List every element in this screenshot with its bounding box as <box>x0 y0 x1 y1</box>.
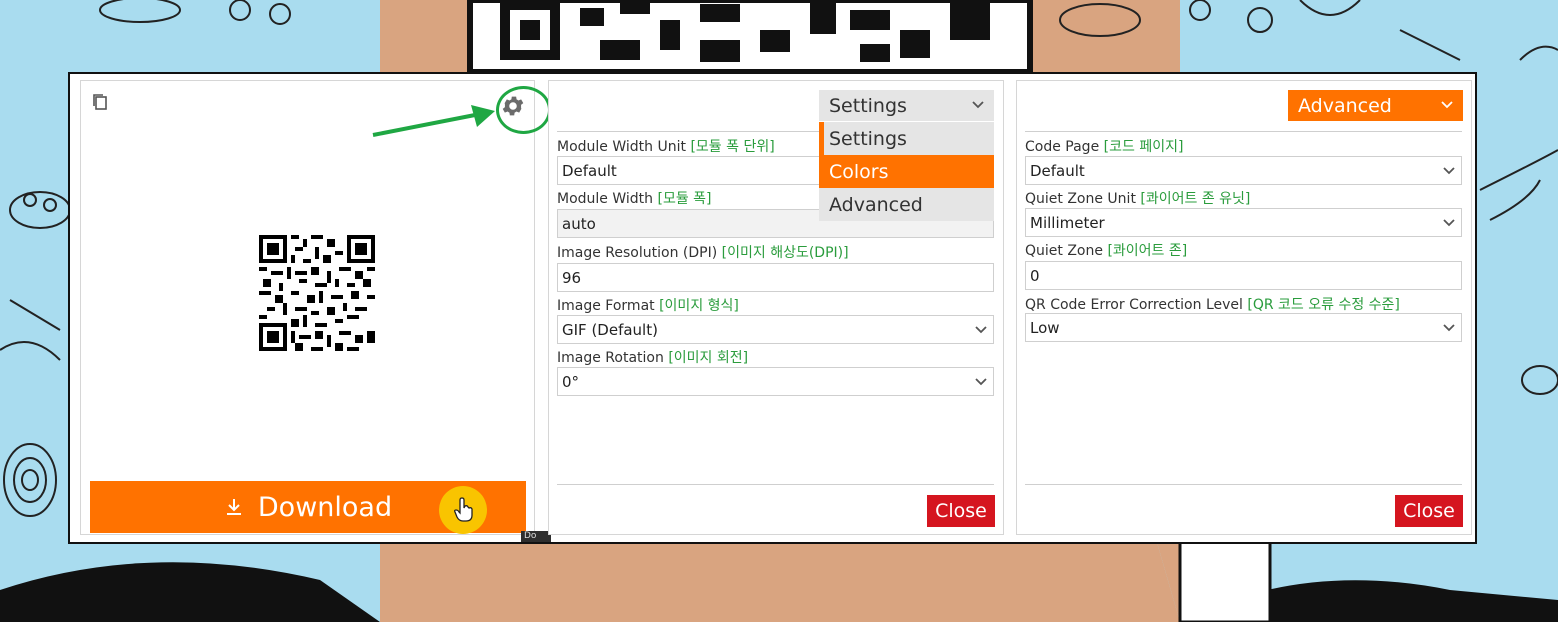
image-format-select[interactable]: GIF (Default) <box>557 315 994 344</box>
field-label-code-page: Code Page [코드 페이지] <box>1025 139 1184 155</box>
qr-code-image <box>259 235 375 351</box>
field-label-image-format: Image Format [이미지 형식] <box>557 298 739 314</box>
settings-close-button[interactable]: Close <box>927 495 995 527</box>
settings-panel: Settings Module Width Unit [모듈 폭 단위] Def… <box>548 80 1004 535</box>
quiet-zone-input[interactable]: 0 <box>1025 261 1462 290</box>
copy-icon[interactable] <box>92 93 108 111</box>
download-label: Download <box>257 491 393 523</box>
menu-item-colors[interactable]: Colors <box>819 155 994 188</box>
annotation-arrow <box>372 105 495 137</box>
field-label-image-rotation: Image Rotation [이미지 회전] <box>557 350 749 366</box>
settings-dropdown-menu: Settings Colors Advanced <box>819 122 994 221</box>
chevron-down-icon <box>1443 167 1455 175</box>
chevron-down-icon <box>1443 219 1455 227</box>
field-label-module-width-unit: Module Width Unit [모듈 폭 단위] <box>557 139 775 155</box>
menu-item-advanced[interactable]: Advanced <box>819 188 994 221</box>
chevron-down-icon <box>975 378 987 386</box>
error-correction-select[interactable]: Low <box>1025 313 1462 342</box>
hand-pointer-icon <box>454 497 473 522</box>
advanced-panel: Advanced Code Page [코드 페이지] Default Quie… <box>1016 80 1472 535</box>
settings-panel-select[interactable]: Settings <box>819 90 994 121</box>
field-label-quiet-zone: Quiet Zone [콰이어트 존] <box>1025 243 1188 259</box>
field-label-image-resolution: Image Resolution (DPI) [이미지 해상도(DPI)] <box>557 245 849 261</box>
preview-panel: Download Do <box>80 80 551 542</box>
divider <box>557 484 994 485</box>
image-rotation-select[interactable]: 0° <box>557 367 994 396</box>
advanced-panel-select-value: Advanced <box>1298 94 1392 117</box>
advanced-panel-select[interactable]: Advanced <box>1288 90 1463 121</box>
chevron-down-icon <box>975 326 987 334</box>
field-label-error-correction: QR Code Error Correction Level [QR 코드 오류… <box>1025 297 1400 313</box>
divider <box>1025 484 1462 485</box>
menu-item-settings[interactable]: Settings <box>819 122 994 155</box>
download-icon <box>226 499 241 515</box>
chevron-down-icon <box>972 101 984 109</box>
tooltip: Do <box>521 531 551 542</box>
barcode-generator-window: Download Do Settings Module Width Unit [… <box>68 72 1477 544</box>
field-label-quiet-zone-unit: Quiet Zone Unit [콰이어트 존 유닛] <box>1025 191 1251 207</box>
advanced-close-button[interactable]: Close <box>1395 495 1463 527</box>
chevron-down-icon <box>1441 101 1453 109</box>
gear-icon[interactable] <box>500 93 526 119</box>
quiet-zone-unit-select[interactable]: Millimeter <box>1025 208 1462 237</box>
chevron-down-icon <box>1443 324 1455 332</box>
code-page-select[interactable]: Default <box>1025 156 1462 185</box>
image-resolution-input[interactable]: 96 <box>557 263 994 292</box>
settings-panel-select-value: Settings <box>829 94 907 117</box>
divider <box>1025 131 1462 132</box>
field-label-module-width: Module Width [모듈 폭] <box>557 191 712 207</box>
